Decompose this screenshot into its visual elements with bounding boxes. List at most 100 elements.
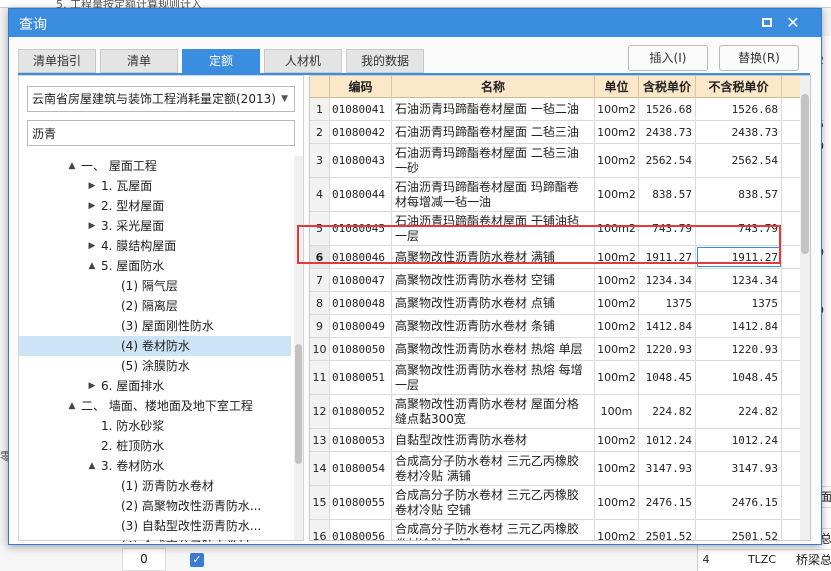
cell-name-text: 高聚物改性沥青防水卷材 热熔 单层: [395, 342, 583, 357]
header-name[interactable]: 名称: [392, 76, 595, 98]
tab-bill[interactable]: 清单: [100, 49, 178, 73]
table-row[interactable]: 13 01080053 自黏型改性沥青防水卷材 100m2 1012.24 1012.24: [310, 429, 800, 452]
tree-item-label: 1. 防水砂浆: [101, 419, 165, 433]
expand-arrow-icon[interactable]: ▶: [87, 376, 97, 396]
tree-item[interactable]: 1. 防水砂浆: [19, 416, 291, 436]
insert-button[interactable]: 插入(I): [628, 45, 708, 71]
cell-name: 高聚物改性沥青防水卷材 条铺: [392, 315, 595, 337]
cell-code: 01080050: [330, 338, 392, 360]
expand-arrow-icon[interactable]: ▶: [87, 176, 97, 196]
cell-name-line: 自黏型改性沥青防水卷材: [395, 432, 528, 447]
tree-item[interactable]: (2) 高聚物改性沥青防水...: [19, 496, 291, 516]
tree-item[interactable]: (4) 卷材防水: [19, 336, 291, 356]
tree-item[interactable]: ▶ 6. 屋面排水: [19, 376, 291, 396]
cell-price-without-tax: 3147.93: [696, 452, 782, 485]
tree-item[interactable]: (3) 屋面刚性防水: [19, 316, 291, 336]
expand-arrow-icon[interactable]: ▶: [87, 196, 97, 216]
background-checkbox[interactable]: ✓: [190, 553, 204, 567]
tree-scrollbar[interactable]: [294, 156, 303, 540]
tree-item[interactable]: ▲ 5. 屋面防水: [19, 256, 291, 276]
tab-list-guide[interactable]: 清单指引: [18, 49, 96, 73]
header-code[interactable]: 编码: [330, 76, 392, 98]
cell-unit: 100m2: [595, 520, 639, 540]
table-row[interactable]: 10 01080050 高聚物改性沥青防水卷材 热熔 单层 100m2 1220.93 1…: [310, 338, 800, 361]
tree-item[interactable]: ▶ 4. 膜结构屋面: [19, 236, 291, 256]
maximize-button[interactable]: [757, 13, 777, 33]
tree-item[interactable]: ▶ 2. 型材屋面: [19, 196, 291, 216]
tree-item[interactable]: (1) 沥青防水卷材: [19, 476, 291, 496]
tree-item[interactable]: (2) 隔离层: [19, 296, 291, 316]
cell-price-without-tax: 2438.73: [696, 121, 782, 143]
table-row[interactable]: 2 01080042 石油沥青玛蹄酯卷材屋面 二毡三油 100m2 2438.73 243…: [310, 121, 800, 144]
replace-button[interactable]: 替换(R): [719, 45, 799, 71]
table-row[interactable]: 1601080056合成高分子防水卷材 三元乙丙橡胶卷材冷贴 点铺100m225…: [310, 520, 800, 540]
cell-name-text: 高聚物改性沥青防水卷材 满铺: [395, 250, 555, 265]
cell-code: 01080052: [330, 395, 392, 428]
tree-item[interactable]: (1) 隔气层: [19, 276, 291, 296]
dialog-titlebar[interactable]: 查询 ✕: [9, 9, 821, 37]
row-index: 6: [310, 246, 330, 268]
collapse-arrow-icon[interactable]: ▲: [67, 396, 77, 416]
tab-labor-material-machine[interactable]: 人材机: [264, 49, 342, 73]
cell-name-line: 高聚物改性沥青防水卷材 热熔 单层: [395, 341, 583, 356]
table-row[interactable]: 14 01080054 合成高分子防水卷材 三元乙丙橡胶 卷材冷贴 满铺 100m2 31…: [310, 452, 800, 486]
tab-my-data[interactable]: 我的数据: [346, 49, 424, 73]
table-row[interactable]: 5 01080045 石油沥青玛蹄酯卷材屋面 干铺油毡 一层 100m2 743.79 74…: [310, 212, 800, 246]
background-left-text: 零: [0, 448, 11, 488]
row-index: 5: [310, 212, 330, 245]
collapse-arrow-icon[interactable]: ▲: [67, 156, 77, 176]
cell-price-with-tax: 224.82: [639, 395, 696, 428]
cell-price-without-tax: 1048.45: [696, 361, 782, 394]
tree-item[interactable]: (5) 涂膜防水: [19, 356, 291, 376]
cell-name-line: 高聚物改性沥青防水卷材 热熔 每增: [395, 362, 583, 377]
background-zero-cell[interactable]: 0: [122, 548, 166, 571]
tree-item[interactable]: ▶ 1. 瓦屋面: [19, 176, 291, 196]
tree-item[interactable]: (4) 合成高分子防水卷材: [19, 536, 291, 542]
grid-scrollbar[interactable]: [800, 76, 810, 540]
table-row[interactable]: 12 01080052 高聚物改性沥青防水卷材 屋面分格 缝点黏300宽 100m 224…: [310, 395, 800, 429]
cell-price-with-tax: 838.57: [639, 178, 696, 211]
table-row[interactable]: 9 01080049 高聚物改性沥青防水卷材 条铺 100m2 1412.84 1412.…: [310, 315, 800, 338]
cell-name-line: 合成高分子防水卷材 三元乙丙橡胶: [395, 453, 579, 468]
grid-scrollbar-thumb[interactable]: [801, 94, 809, 254]
table-row[interactable]: 6 01080046 高聚物改性沥青防水卷材 满铺 100m2 1911.27 1911.…: [310, 246, 800, 269]
header-price-with-tax[interactable]: 含税单价: [639, 76, 696, 98]
quota-library-select[interactable]: 云南省房屋建筑与装饰工程消耗量定额(2013) ▼: [27, 86, 295, 112]
table-row[interactable]: 4 01080044 石油沥青玛蹄酯卷材屋面 玛蹄酯卷 材每增减一毡一油 100m2 83…: [310, 178, 800, 212]
collapse-arrow-icon[interactable]: ▲: [87, 456, 97, 476]
tree-item[interactable]: ▲ 3. 卷材防水: [19, 456, 291, 476]
cell-unit: 100m2: [595, 338, 639, 360]
header-price-without-tax[interactable]: 不含税单价: [696, 76, 782, 98]
table-row[interactable]: 1 01080041 石油沥青玛蹄酯卷材屋面 一毡二油 100m2 1526.68 152…: [310, 98, 800, 121]
tree-scrollbar-thumb[interactable]: [295, 344, 302, 464]
cell-price-without-tax: 1234.34: [696, 269, 782, 291]
tree-item[interactable]: (3) 自黏型改性沥青防水...: [19, 516, 291, 536]
expand-arrow-icon[interactable]: ▶: [87, 236, 97, 256]
cell-name-line: 合成高分子防水卷材 三元乙丙橡胶: [395, 521, 579, 536]
cell-name: 石油沥青玛蹄酯卷材屋面 一毡二油: [392, 98, 595, 120]
table-row[interactable]: 3 01080043 石油沥青玛蹄酯卷材屋面 二毡三油 一砂 100m2 2562.54 2…: [310, 144, 800, 178]
header-unit[interactable]: 单位: [595, 76, 639, 98]
tree-item[interactable]: ▶ 3. 采光屋面: [19, 216, 291, 236]
collapse-arrow-icon[interactable]: ▲: [87, 256, 97, 276]
maximize-icon: [762, 18, 772, 27]
cell-name: 高聚物改性沥青防水卷材 热熔 每增 一层: [392, 361, 595, 394]
tree-item[interactable]: ▲ 二、 墙面、楼地面及地下室工程: [19, 396, 291, 416]
cell-name-text: 高聚物改性沥青防水卷材 条铺: [395, 319, 555, 334]
row-index: 7: [310, 269, 330, 291]
search-input[interactable]: [27, 120, 295, 146]
tab-quota[interactable]: 定额: [182, 49, 260, 73]
table-row[interactable]: 15 01080055 合成高分子防水卷材 三元乙丙橡胶 卷材冷贴 空铺 100m2 24…: [310, 486, 800, 520]
table-row[interactable]: 11 01080051 高聚物改性沥青防水卷材 热熔 每增 一层 100m2 1048.4…: [310, 361, 800, 395]
cell-price-without-tax: 1412.84: [696, 315, 782, 337]
cell-name-text: 高聚物改性沥青防水卷材 热熔 每增 一层: [395, 363, 583, 393]
expand-arrow-icon[interactable]: ▶: [87, 216, 97, 236]
close-button[interactable]: ✕: [783, 13, 803, 33]
background-table-row: 4 TLZC 桥梁总: [698, 549, 831, 571]
row-index: 2: [310, 121, 330, 143]
tree-item[interactable]: ▲ 一、 屋面工程: [19, 156, 291, 176]
table-row[interactable]: 8 01080048 高聚物改性沥青防水卷材 点铺 100m2 1375 1375: [310, 292, 800, 315]
background-table-cell: 桥梁总: [796, 553, 831, 567]
tree-item[interactable]: 2. 桩顶防水: [19, 436, 291, 456]
table-row[interactable]: 7 01080047 高聚物改性沥青防水卷材 空铺 100m2 1234.34 1234.…: [310, 269, 800, 292]
